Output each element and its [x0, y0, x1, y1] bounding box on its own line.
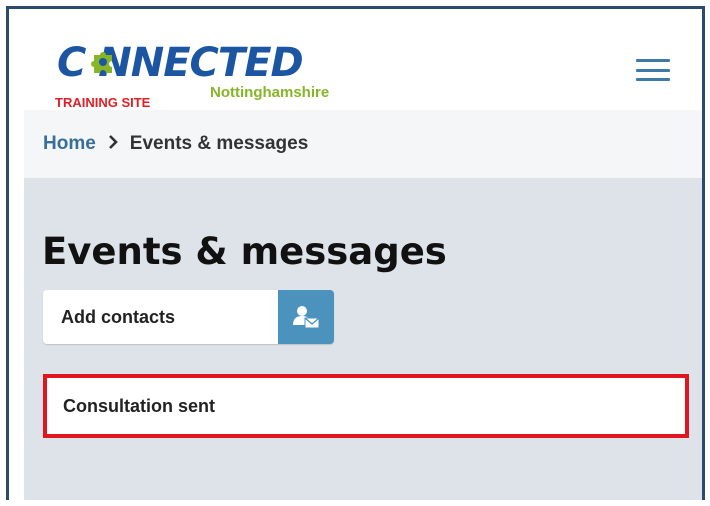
- person-envelope-icon[interactable]: [278, 290, 334, 344]
- breadcrumb-home-link[interactable]: Home: [43, 133, 96, 155]
- training-site-label: TRAINING SITE: [55, 95, 151, 110]
- logo-subtitle: Nottinghamshire: [210, 84, 330, 101]
- site-header: C NNECTED Nottinghamshire TRAINING SITE: [9, 9, 702, 111]
- puzzle-icon: [91, 52, 112, 73]
- menu-bar: [636, 68, 670, 72]
- breadcrumb-current: Events & messages: [129, 133, 309, 154]
- menu-bar: [636, 59, 670, 62]
- add-contacts-label: Add contacts: [43, 290, 278, 344]
- menu-bar: [636, 78, 670, 81]
- page-title: Events & messages: [42, 230, 447, 273]
- hamburger-menu-icon[interactable]: [636, 59, 670, 81]
- site-logo[interactable]: C NNECTED Nottinghamshire TRAINING SITE: [49, 41, 369, 111]
- main-content: Events & messages Add contacts Consultat…: [24, 178, 702, 500]
- add-contacts-button[interactable]: Add contacts: [43, 290, 334, 344]
- list-item[interactable]: Consultation sent: [43, 374, 689, 438]
- breadcrumb: Home Events & messages: [24, 110, 702, 178]
- page-frame: C NNECTED Nottinghamshire TRAINING SITE …: [6, 6, 705, 500]
- list-item-label: Consultation sent: [63, 395, 215, 416]
- chevron-right-icon: [108, 134, 118, 154]
